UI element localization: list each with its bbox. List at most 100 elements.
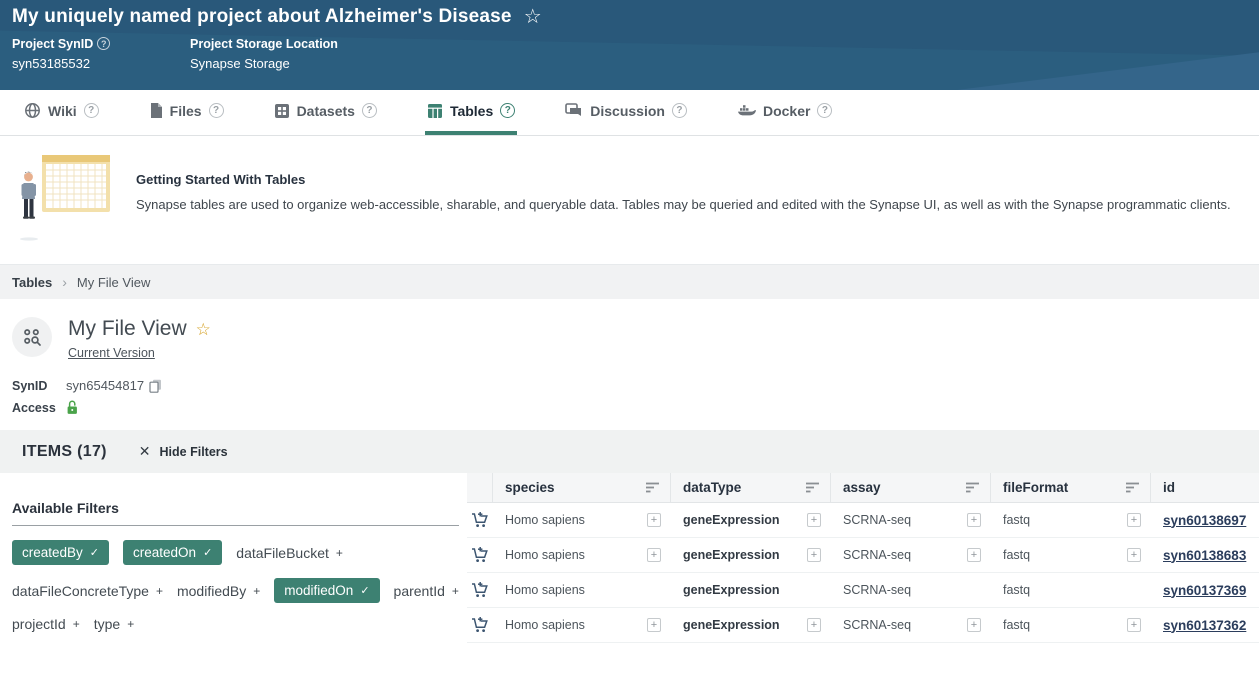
filter-lines-icon[interactable] (806, 482, 820, 493)
filter-chip-dataFileBucket[interactable]: dataFileBucket + (236, 545, 343, 561)
expand-cell-icon[interactable]: + (967, 618, 981, 632)
entity-meta: SynID syn65454817 Access (0, 364, 1259, 415)
cell-assay: SCRNA-seq+ (831, 538, 991, 572)
table-row: Homo sapiens+geneExpression+SCRNA-seq+fa… (467, 503, 1259, 538)
copy-icon[interactable] (149, 379, 162, 393)
datasets-icon (274, 103, 290, 119)
cell-species: Homo sapiens+ (493, 608, 671, 642)
storage-location-value: Synapse Storage (190, 56, 338, 71)
filter-lines-icon[interactable] (646, 482, 660, 493)
tab-files[interactable]: Files ? (147, 90, 226, 135)
expand-cell-icon[interactable]: + (967, 548, 981, 562)
tab-help-icon[interactable]: ? (84, 103, 99, 118)
tab-help-icon[interactable]: ? (500, 103, 515, 118)
cell-assay: SCRNA-seq+ (831, 503, 991, 537)
open-lock-icon[interactable] (66, 400, 79, 415)
cell-assay: SCRNA-seq+ (831, 608, 991, 642)
column-header-fileFormat: fileFormat (991, 473, 1151, 502)
breadcrumb-current: My File View (77, 275, 150, 290)
tab-wiki[interactable]: Wiki ? (22, 90, 101, 135)
expand-cell-icon[interactable]: + (647, 513, 661, 527)
expand-cell-icon[interactable]: + (1127, 548, 1141, 562)
filter-chip-dataFileConcreteType[interactable]: dataFileConcreteType + (12, 583, 163, 599)
facet-filters-panel: Available Filters createdBy ✓ createdOn … (0, 473, 467, 632)
tab-discussion[interactable]: Discussion ? (563, 90, 689, 135)
filter-chip-modifiedOn[interactable]: modifiedOn ✓ (274, 578, 379, 603)
synid-value: syn65454817 (66, 378, 144, 393)
filter-lines-icon[interactable] (1126, 482, 1140, 493)
close-icon: ✕ (139, 443, 151, 460)
project-synid-label: Project SynID? (12, 37, 190, 51)
table-row: Homo sapiens+geneExpression+SCRNA-seq+fa… (467, 538, 1259, 573)
column-header-dataType: dataType (671, 473, 831, 502)
synid-label: SynID (12, 379, 66, 393)
filter-chip-projectId[interactable]: projectId + (12, 616, 80, 632)
entity-favorite-star-icon[interactable]: ☆ (196, 321, 211, 338)
expand-cell-icon[interactable]: + (807, 513, 821, 527)
cell-fileFormat: fastq+ (991, 538, 1151, 572)
cell-assay: SCRNA-seq (831, 573, 991, 607)
expand-cell-icon[interactable]: + (1127, 513, 1141, 527)
breadcrumb: Tables › My File View (0, 265, 1259, 299)
filter-chip-createdBy[interactable]: createdBy ✓ (12, 540, 109, 565)
filter-chip-type[interactable]: type + (94, 616, 134, 632)
filter-chip-modifiedBy[interactable]: modifiedBy + (177, 583, 260, 599)
items-count: ITEMS (17) (22, 443, 107, 461)
fileview-entity-icon (12, 317, 52, 357)
tab-tables[interactable]: Tables ? (425, 90, 517, 135)
add-to-cart-icon[interactable] (467, 608, 493, 642)
hide-filters-button[interactable]: ✕ Hide Filters (139, 443, 228, 460)
tab-help-icon[interactable]: ? (209, 103, 224, 118)
filter-chip-parentId[interactable]: parentId + (394, 583, 459, 599)
cell-fileFormat: fastq+ (991, 608, 1151, 642)
expand-cell-icon[interactable]: + (967, 513, 981, 527)
entity-id-link[interactable]: syn60138697 (1163, 513, 1246, 528)
breadcrumb-tables-link[interactable]: Tables (12, 275, 52, 290)
entity-header: My File View ☆ Current Version (0, 299, 1259, 364)
expand-cell-icon[interactable]: + (807, 618, 821, 632)
tab-help-icon[interactable]: ? (362, 103, 377, 118)
filter-chip-createdOn[interactable]: createdOn ✓ (123, 540, 222, 565)
getting-started-title: Getting Started With Tables (136, 172, 1231, 187)
expand-cell-icon[interactable]: + (807, 548, 821, 562)
cell-species: Homo sapiens+ (493, 503, 671, 537)
items-bar: ITEMS (17) ✕ Hide Filters (0, 430, 1259, 473)
getting-started-banner: Getting Started With Tables Synapse tabl… (0, 136, 1259, 265)
cell-dataType: geneExpression+ (671, 503, 831, 537)
cell-dataType: geneExpression+ (671, 538, 831, 572)
entity-title: My File View (68, 317, 187, 341)
tab-help-icon[interactable]: ? (817, 103, 832, 118)
expand-cell-icon[interactable]: + (647, 548, 661, 562)
tab-help-icon[interactable]: ? (672, 103, 687, 118)
cell-species: Homo sapiens+ (493, 538, 671, 572)
synid-help-icon[interactable]: ? (97, 37, 110, 50)
storage-location-label: Project Storage Location (190, 37, 338, 51)
table-row: Homo sapiens+geneExpression+SCRNA-seq+fa… (467, 608, 1259, 643)
cell-dataType: geneExpression+ (671, 608, 831, 642)
globe-icon (24, 102, 41, 119)
add-to-cart-icon[interactable] (467, 538, 493, 572)
entity-id-link[interactable]: syn60137362 (1163, 618, 1246, 633)
current-version-link[interactable]: Current Version (68, 346, 155, 360)
expand-cell-icon[interactable]: + (647, 618, 661, 632)
entity-id-link[interactable]: syn60137369 (1163, 583, 1246, 598)
header-cart-column (467, 473, 493, 502)
filter-lines-icon[interactable] (966, 482, 980, 493)
getting-started-body: Synapse tables are used to organize web-… (136, 197, 1231, 212)
filter-chips: createdBy ✓ createdOn ✓ dataFileBucket +… (12, 540, 459, 632)
column-header-id: id (1151, 473, 1259, 502)
project-title: My uniquely named project about Alzheime… (12, 6, 512, 28)
entity-id-link[interactable]: syn60138683 (1163, 548, 1246, 563)
column-header-species: species (493, 473, 671, 502)
cell-id: syn60138683 (1151, 538, 1259, 572)
favorite-star-icon[interactable]: ☆ (524, 7, 542, 27)
tab-datasets[interactable]: Datasets ? (272, 90, 379, 135)
cell-dataType: geneExpression (671, 573, 831, 607)
expand-cell-icon[interactable]: + (1127, 618, 1141, 632)
cell-fileFormat: fastq (991, 573, 1151, 607)
cell-species: Homo sapiens (493, 573, 671, 607)
add-to-cart-icon[interactable] (467, 503, 493, 537)
tab-docker[interactable]: Docker ? (735, 90, 834, 135)
available-filters-heading: Available Filters (12, 500, 459, 526)
add-to-cart-icon[interactable] (467, 573, 493, 607)
